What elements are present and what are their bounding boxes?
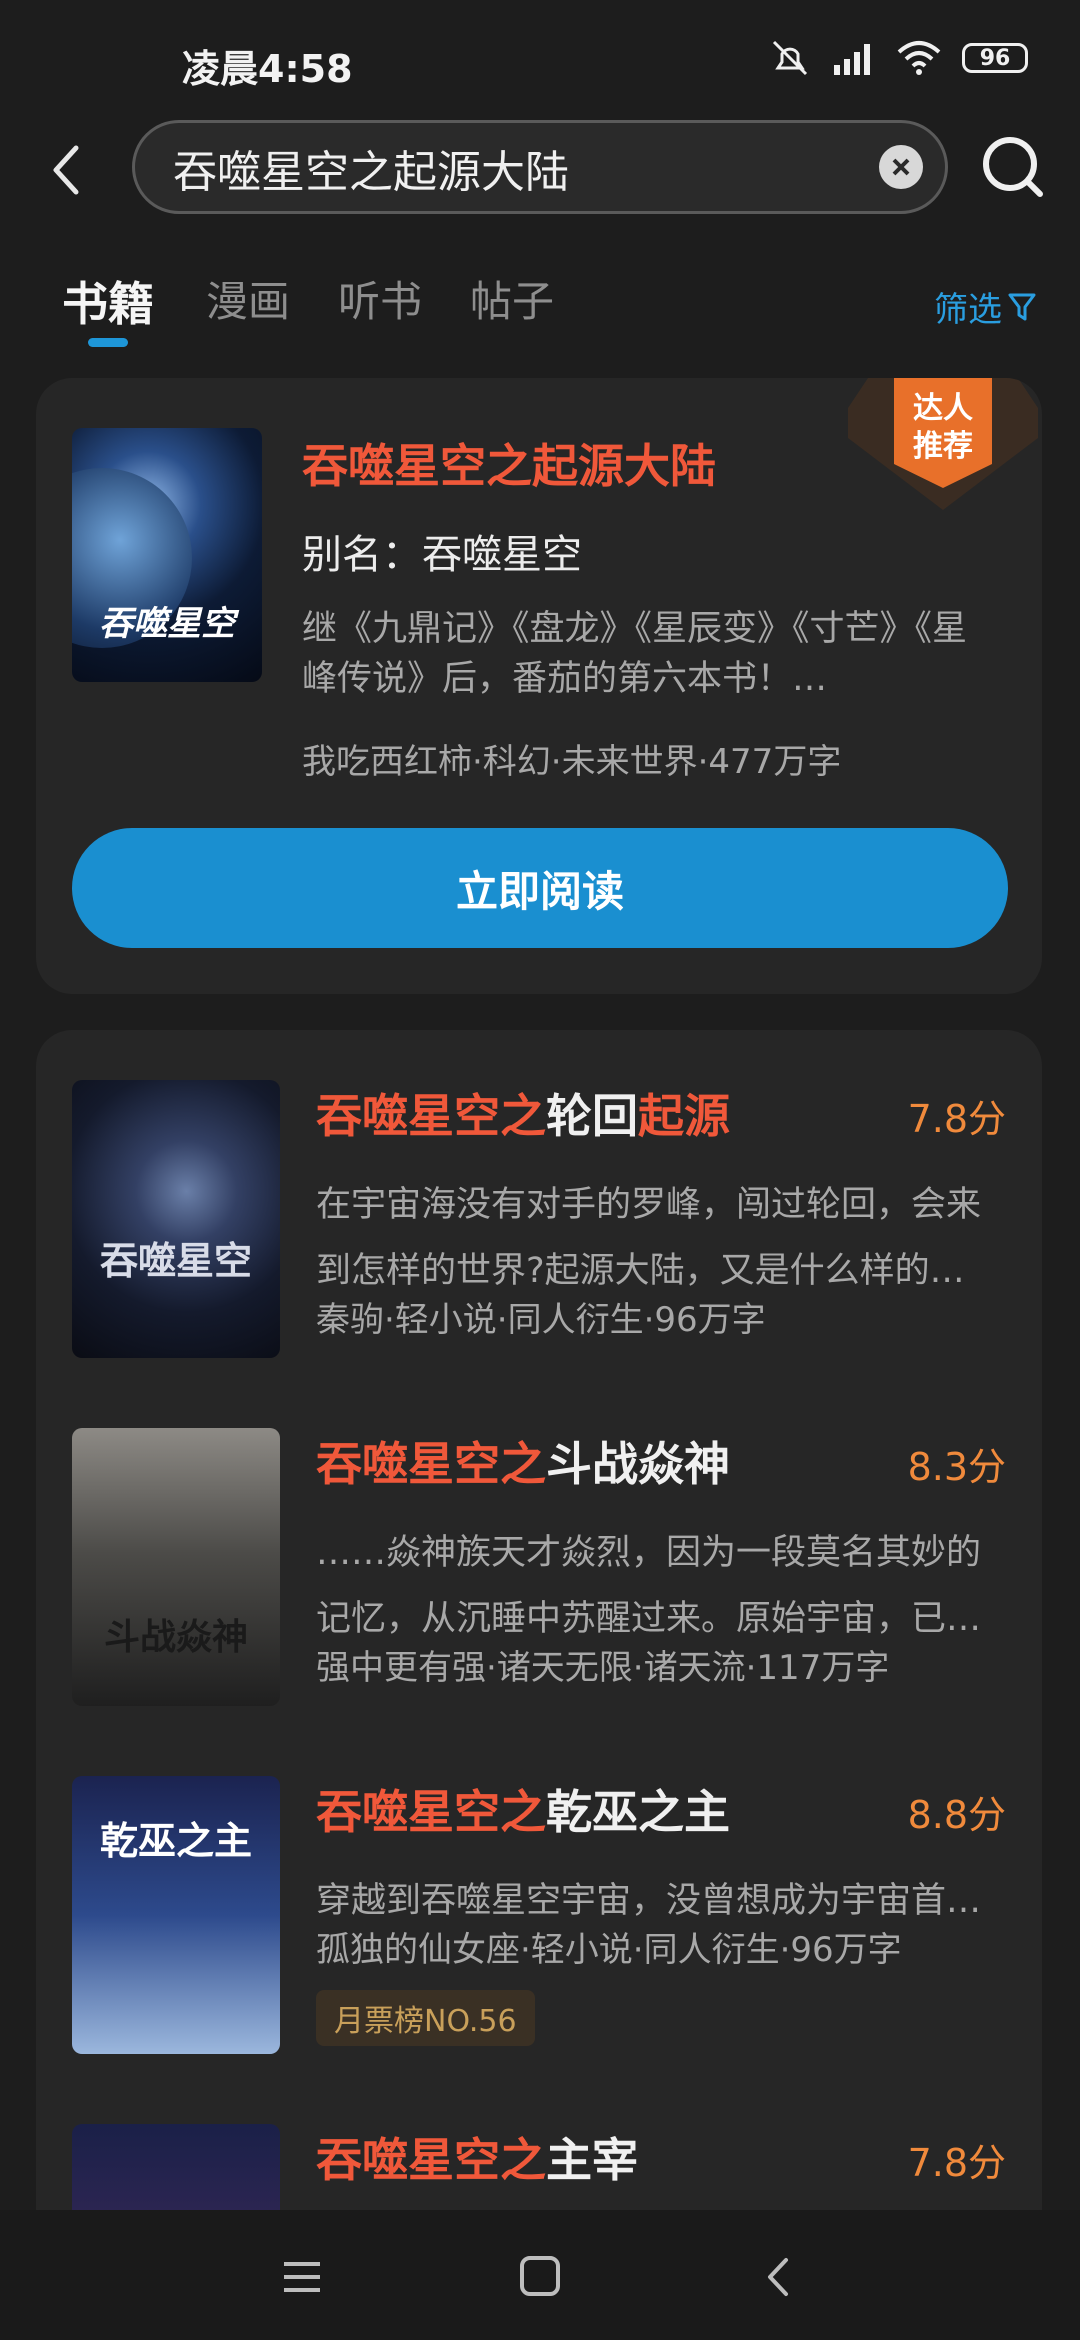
search-input[interactable] xyxy=(171,135,875,201)
book-title[interactable]: 吞噬星空之斗战焱神 xyxy=(316,1428,730,1494)
search-row xyxy=(0,118,1080,222)
tab-comics[interactable]: 漫画 xyxy=(206,268,290,329)
mute-bell-icon xyxy=(772,40,808,76)
search-results-list: 吞噬星空 吞噬星空之轮回起源 7.8分 在宇宙海没有对手的罗峰，闯过轮回，会来到… xyxy=(36,1030,1042,2270)
book-meta: 秦驹·轻小说·同人衍生·96万字 xyxy=(316,1300,766,1340)
signal-icon xyxy=(834,44,870,75)
book-description: ……焱神族天才焱烈，因为一段莫名其妙的记忆，从沉睡中苏醒过来。原始宇宙，已… xyxy=(316,1533,982,1639)
expert-recommend-badge: 达人 推荐 xyxy=(848,378,1038,510)
book-score: 7.8分 xyxy=(907,2141,1006,2185)
cover-title: 乾巫之主 xyxy=(99,1819,252,1863)
badge-line1: 达人 xyxy=(913,391,973,426)
book-title[interactable]: 吞噬星空之轮回起源 xyxy=(316,1080,730,1146)
filter-icon xyxy=(1008,293,1036,320)
featured-book-card[interactable]: 达人 推荐 吞噬星空 吞噬星空之起源大陆 别名：吞噬星空 继《九鼎记》《盘龙》《… xyxy=(36,378,1042,994)
book-score: 8.3分 xyxy=(907,1445,1006,1489)
read-now-button[interactable]: 立即阅读 xyxy=(72,828,1008,948)
result-tabs: 书籍 漫画 听书 帖子 筛选 xyxy=(0,258,1080,348)
clear-icon[interactable] xyxy=(879,145,923,189)
book-score: 7.8分 xyxy=(907,1097,1006,1141)
book-meta: 强中更有强·诸天无限·诸天流·117万字 xyxy=(316,1648,890,1688)
book-meta: 我吃西红柿·科幻·未来世界·477万字 xyxy=(302,742,842,782)
tab-posts[interactable]: 帖子 xyxy=(470,268,554,329)
wifi-icon xyxy=(897,41,941,75)
book-alias: 别名：吞噬星空 xyxy=(302,532,582,578)
list-item[interactable]: 斗战焱神 吞噬星空之斗战焱神 8.3分 ……焱神族天才焱烈，因为一段莫名其妙的记… xyxy=(36,1378,1042,1708)
book-title[interactable]: 吞噬星空之乾巫之主 xyxy=(316,1776,730,1842)
book-cover[interactable]: 吞噬星空 xyxy=(72,428,262,682)
cover-title: 吞噬星空 xyxy=(99,604,235,644)
menu-icon[interactable] xyxy=(272,2252,332,2302)
book-score: 8.8分 xyxy=(907,1793,1006,1837)
list-item[interactable]: 吞噬星空 吞噬星空之轮回起源 7.8分 在宇宙海没有对手的罗峰，闯过轮回，会来到… xyxy=(36,1030,1042,1360)
search-icon[interactable] xyxy=(980,134,1046,200)
book-meta: 孤独的仙女座·轻小说·同人衍生·96万字 xyxy=(316,1930,902,1970)
filter-label: 筛选 xyxy=(934,290,1002,330)
status-icons: 96 xyxy=(768,38,1028,78)
system-nav-bar xyxy=(0,2210,1080,2340)
book-cover[interactable]: 斗战焱神 xyxy=(72,1428,280,1706)
nav-back-icon[interactable] xyxy=(748,2252,808,2302)
tab-audiobooks[interactable]: 听书 xyxy=(338,268,422,329)
search-field[interactable] xyxy=(132,120,948,214)
status-bar: 凌晨4:58 96 xyxy=(0,0,1080,120)
book-description: 在宇宙海没有对手的罗峰，闯过轮回，会来到怎样的世界?起源大陆，又是什么样的… xyxy=(316,1185,982,1291)
status-time: 凌晨4:58 xyxy=(182,47,353,91)
battery-indicator: 96 xyxy=(962,43,1028,73)
book-cover[interactable]: 乾巫之主 xyxy=(72,1776,280,2054)
badge-line2: 推荐 xyxy=(913,429,973,464)
book-title[interactable]: 吞噬星空之主宰 xyxy=(316,2124,638,2190)
book-title[interactable]: 吞噬星空之起源大陆 xyxy=(302,430,716,496)
back-icon[interactable] xyxy=(46,140,86,200)
active-tab-indicator xyxy=(88,338,128,347)
cover-title: 斗战焱神 xyxy=(103,1617,248,1658)
book-cover[interactable]: 吞噬星空 xyxy=(72,1080,280,1358)
list-item[interactable]: 乾巫之主 吞噬星空之乾巫之主 8.8分 穿越到吞噬星空宇宙，没曾想成为宇宙首… … xyxy=(36,1726,1042,2066)
tab-books[interactable]: 书籍 xyxy=(62,268,154,334)
cover-title: 吞噬星空 xyxy=(99,1239,252,1283)
filter-button[interactable]: 筛选 xyxy=(934,282,1036,331)
rank-badge: 月票榜NO.56 xyxy=(316,1990,535,2046)
book-description: 继《九鼎记》《盘龙》《星辰变》《寸芒》《星峰传说》后，番茄的第六本书！… xyxy=(302,609,968,699)
home-icon[interactable] xyxy=(510,2252,570,2302)
